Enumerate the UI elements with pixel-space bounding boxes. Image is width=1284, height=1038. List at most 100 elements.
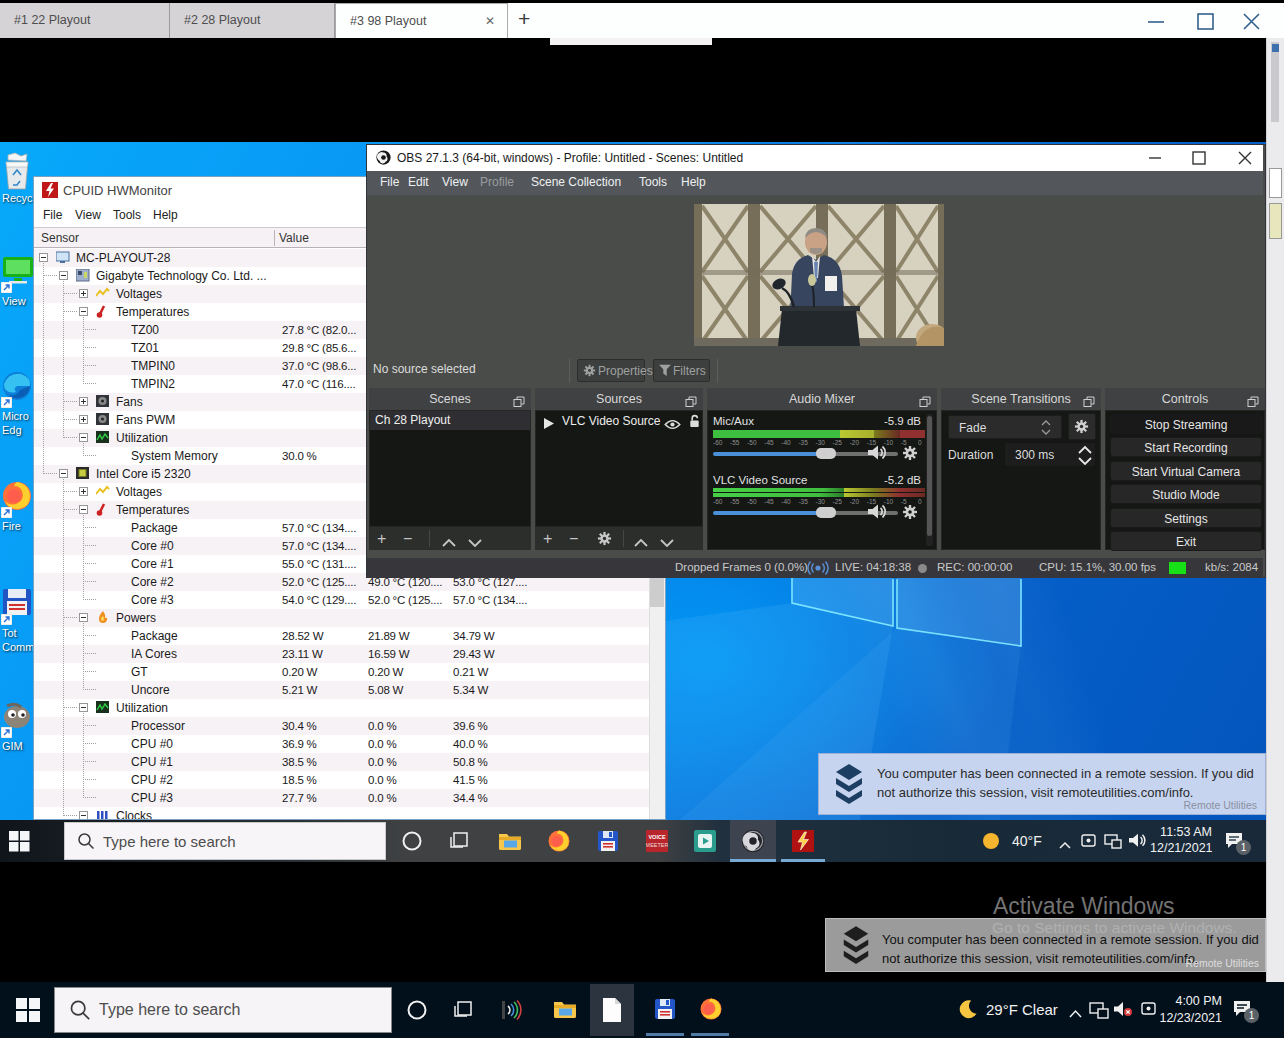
duration-spinner[interactable]: 300 ms bbox=[1004, 442, 1096, 467]
volume-handle[interactable] bbox=[816, 507, 836, 518]
weather-sun-icon[interactable] bbox=[982, 832, 1000, 854]
obs-menu-scene-collection[interactable]: Scene Collection bbox=[531, 175, 621, 189]
taskbar-app-audiowave[interactable] bbox=[500, 999, 522, 1025]
hwm-row[interactable]: GT0.20 W0.20 W0.21 W bbox=[34, 663, 649, 681]
transition-select[interactable]: Fade bbox=[948, 415, 1062, 439]
obs-window-controls[interactable] bbox=[1143, 149, 1261, 167]
controls-start-recording-button[interactable]: Start Recording bbox=[1110, 437, 1262, 457]
new-tab-button[interactable]: + bbox=[518, 7, 542, 31]
tray-chevron-icon[interactable] bbox=[1058, 836, 1072, 854]
collapse-icon[interactable] bbox=[79, 505, 88, 514]
hwm-row[interactable]: CPU #327.7 %0.0 %34.4 % bbox=[34, 789, 649, 807]
obs-menu-help[interactable]: Help bbox=[681, 175, 706, 189]
volume-handle[interactable] bbox=[816, 448, 836, 459]
desktop-icon-firefox[interactable]: Fire bbox=[0, 478, 33, 574]
add-source-icon[interactable]: + bbox=[543, 530, 552, 548]
desktop-icon-view-shortcut[interactable]: View bbox=[0, 253, 33, 349]
tray-network-icon[interactable] bbox=[1104, 833, 1122, 853]
taskbar-app-firefox[interactable] bbox=[699, 997, 723, 1025]
remote-search-box[interactable]: Type here to search bbox=[64, 822, 386, 860]
hwm-row[interactable]: Powers bbox=[34, 609, 649, 627]
desktop-icon-microsoft-edge[interactable]: MicroEdg bbox=[0, 368, 33, 464]
properties-button[interactable]: Properties bbox=[577, 359, 645, 382]
source-props-gear-icon[interactable] bbox=[597, 531, 612, 550]
source-up-icon[interactable] bbox=[633, 534, 649, 552]
lock-icon[interactable] bbox=[688, 414, 701, 432]
hwm-menu-help[interactable]: Help bbox=[153, 208, 178, 222]
obs-dock-header-transitions[interactable]: Scene Transitions bbox=[941, 388, 1101, 410]
taskbar-app-taskview[interactable] bbox=[453, 1000, 475, 1024]
host-search-box[interactable]: Type here to search bbox=[54, 987, 392, 1033]
collapse-icon[interactable] bbox=[59, 469, 68, 478]
obs-dock-header-sources[interactable]: Sources bbox=[535, 388, 703, 410]
host-tray-remote-icon[interactable] bbox=[1140, 1001, 1157, 1021]
hwm-menu-view[interactable]: View bbox=[75, 208, 101, 222]
browser-tab-1[interactable]: #1 22 Playout bbox=[0, 3, 170, 38]
taskbar-app-cortana[interactable] bbox=[401, 830, 423, 856]
hwm-row[interactable]: Utilization bbox=[34, 699, 649, 717]
start-button[interactable] bbox=[9, 831, 30, 856]
desktop-icon-gimp[interactable]: GIM bbox=[0, 698, 33, 794]
collapse-icon[interactable] bbox=[79, 811, 88, 820]
collapse-icon[interactable] bbox=[79, 433, 88, 442]
tab-close-icon[interactable]: ✕ bbox=[485, 4, 495, 39]
taskbar-app-cortana[interactable] bbox=[406, 999, 428, 1025]
hwm-row[interactable]: Processor30.4 %0.0 %39.6 % bbox=[34, 717, 649, 735]
hwm-row[interactable]: IA Cores23.11 W16.59 W29.43 W bbox=[34, 645, 649, 663]
hwm-row[interactable]: Uncore5.21 W5.08 W5.34 W bbox=[34, 681, 649, 699]
transition-gear-button[interactable] bbox=[1068, 413, 1096, 440]
obs-menu-tools[interactable]: Tools bbox=[639, 175, 667, 189]
hwm-column-sensor[interactable]: Sensor bbox=[41, 231, 79, 245]
host-tray-network-icon[interactable] bbox=[1089, 1001, 1109, 1023]
collapse-icon[interactable] bbox=[59, 271, 68, 280]
host-tray-clock[interactable]: 4:00 PM12/23/2021 bbox=[1158, 993, 1222, 1027]
obs-dock-header-scenes[interactable]: Scenes bbox=[369, 388, 531, 410]
obs-dock-header-mixer[interactable]: Audio Mixer bbox=[707, 388, 937, 410]
mixer-speaker-icon[interactable] bbox=[868, 504, 888, 523]
controls-settings-button[interactable]: Settings bbox=[1110, 508, 1262, 528]
hwm-row[interactable]: CPU #218.5 %0.0 %41.5 % bbox=[34, 771, 649, 789]
browser-tab-2[interactable]: #2 28 Playout bbox=[170, 3, 335, 38]
hwm-menu-file[interactable]: File bbox=[43, 208, 62, 222]
source-item-label[interactable]: VLC Video Source bbox=[562, 414, 661, 428]
taskbar-app-voicemeeter[interactable]: VOICEMEETER bbox=[646, 830, 668, 856]
mixer-scrollbar-thumb[interactable] bbox=[927, 416, 932, 536]
eye-icon[interactable] bbox=[664, 416, 681, 434]
controls-studio-mode-button[interactable]: Studio Mode bbox=[1110, 484, 1262, 504]
browser-tab-3[interactable]: #3 98 Playout✕ bbox=[335, 3, 508, 38]
tray-clock[interactable]: 11:53 AM12/21/2021 bbox=[1150, 824, 1212, 856]
host-tray-speaker-muted-icon[interactable] bbox=[1114, 1001, 1134, 1021]
hwm-row[interactable]: CPU #036.9 %0.0 %40.0 % bbox=[34, 735, 649, 753]
controls-exit-button[interactable]: Exit bbox=[1110, 531, 1262, 551]
hwm-column-value[interactable]: Value bbox=[279, 231, 309, 245]
obs-menu-profile[interactable]: Profile bbox=[480, 175, 514, 189]
host-scrollbar[interactable] bbox=[1266, 38, 1284, 982]
expand-icon[interactable] bbox=[79, 487, 88, 496]
mixer-speaker-icon[interactable] bbox=[868, 445, 888, 464]
obs-dock-header-controls[interactable]: Controls bbox=[1105, 388, 1265, 410]
host-window-controls[interactable] bbox=[1140, 10, 1270, 32]
scene-item[interactable]: Ch 28 Playout bbox=[370, 411, 530, 430]
taskbar-app-floppy[interactable] bbox=[597, 830, 619, 856]
obs-menu-edit[interactable]: Edit bbox=[408, 175, 429, 189]
taskbar-app-taskview[interactable] bbox=[449, 831, 471, 855]
remove-source-icon[interactable]: − bbox=[569, 530, 578, 548]
add-scene-icon[interactable]: + bbox=[377, 530, 386, 548]
spinner-arrows-icon[interactable] bbox=[1077, 444, 1093, 476]
host-tray-chevron-icon[interactable] bbox=[1068, 1005, 1083, 1023]
host-scrollbar-thumb[interactable] bbox=[1271, 42, 1279, 122]
remove-scene-icon[interactable]: − bbox=[403, 530, 412, 548]
controls-start-virtual-camera-button[interactable]: Start Virtual Camera bbox=[1110, 461, 1262, 481]
expand-icon[interactable] bbox=[79, 397, 88, 406]
collapse-icon[interactable] bbox=[79, 307, 88, 316]
obs-menu-file[interactable]: File bbox=[380, 175, 399, 189]
scene-down-icon[interactable] bbox=[467, 534, 483, 552]
hwm-menu-tools[interactable]: Tools bbox=[113, 208, 141, 222]
tray-speaker-icon[interactable] bbox=[1129, 833, 1147, 852]
taskbar-app-explorer[interactable] bbox=[498, 831, 522, 855]
expand-icon[interactable] bbox=[79, 289, 88, 298]
taskbar-app-hwmonitor[interactable] bbox=[792, 830, 814, 856]
collapse-icon[interactable] bbox=[39, 253, 48, 262]
weather-temp[interactable]: 40°F bbox=[1012, 833, 1042, 849]
hwm-row[interactable]: CPU #138.5 %0.0 %50.8 % bbox=[34, 753, 649, 771]
